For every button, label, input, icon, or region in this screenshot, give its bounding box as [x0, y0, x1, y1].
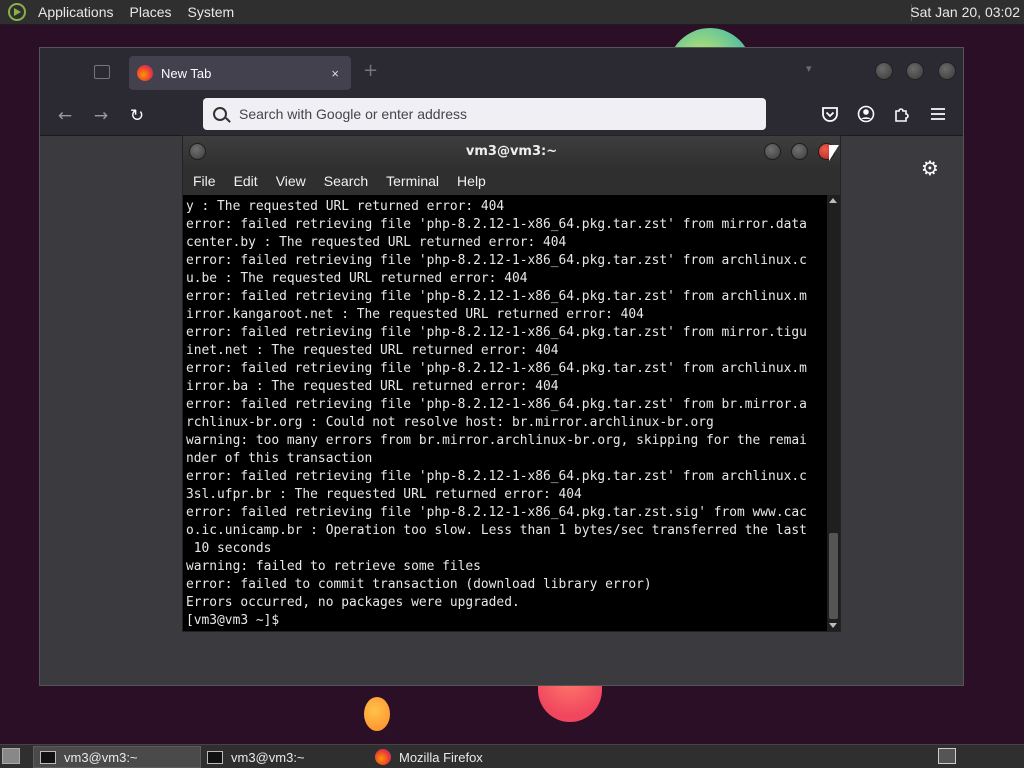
minimize-window-button[interactable]	[764, 143, 781, 160]
menu-view[interactable]: View	[276, 173, 306, 189]
workspace-switcher[interactable]	[938, 748, 956, 764]
menu-places[interactable]: Places	[126, 4, 176, 20]
terminal-output[interactable]: y : The requested URL returned error: 40…	[183, 195, 827, 631]
scroll-up-arrow-icon[interactable]	[829, 198, 837, 203]
wallpaper-blob	[364, 697, 390, 731]
terminal-window: vm3@vm3:~ File Edit View Search Terminal…	[182, 135, 841, 632]
scrollbar-thumb[interactable]	[829, 533, 838, 619]
terminal-line: error: failed retrieving file 'php-8.2.1…	[186, 253, 807, 268]
terminal-line: irror.ba : The requested URL returned er…	[186, 379, 559, 394]
extensions-icon[interactable]	[893, 105, 911, 123]
terminal-line: error: failed retrieving file 'php-8.2.1…	[186, 217, 807, 232]
firefox-view-icon[interactable]	[94, 65, 110, 79]
terminal-line: 10 seconds	[186, 541, 272, 556]
menu-applications[interactable]: Applications	[34, 4, 118, 20]
menu-edit[interactable]: Edit	[234, 173, 258, 189]
taskbar-item-label: Mozilla Firefox	[399, 749, 483, 765]
firefox-logo-icon	[375, 749, 391, 765]
menu-system[interactable]: System	[184, 4, 239, 20]
terminal-line: Errors occurred, no packages were upgrad…	[186, 595, 520, 610]
search-icon	[213, 107, 227, 121]
minimize-window-button[interactable]	[875, 62, 893, 80]
settings-gear-icon[interactable]: ⚙	[921, 156, 939, 180]
terminal-line: error: failed retrieving file 'php-8.2.1…	[186, 289, 807, 304]
tab-strip: New Tab × + ▾	[40, 48, 963, 96]
close-tab-icon[interactable]: ×	[331, 66, 339, 81]
maximize-window-button[interactable]	[906, 62, 924, 80]
scroll-down-arrow-icon[interactable]	[829, 623, 837, 628]
terminal-line: y : The requested URL returned error: 40…	[186, 199, 505, 214]
terminal-line: error: failed retrieving file 'php-8.2.1…	[186, 397, 807, 412]
forward-arrow-icon[interactable]: →	[91, 106, 111, 126]
terminal-line: error: failed retrieving file 'php-8.2.1…	[186, 361, 807, 376]
menu-file[interactable]: File	[193, 173, 216, 189]
terminal-line: error: failed retrieving file 'php-8.2.1…	[186, 505, 807, 520]
show-desktop-icon[interactable]	[2, 748, 20, 764]
close-window-button[interactable]	[938, 62, 956, 80]
terminal-line: error: failed retrieving file 'php-8.2.1…	[186, 325, 807, 340]
distro-logo-icon[interactable]	[8, 3, 26, 21]
terminal-line: error: failed to commit transaction (dow…	[186, 577, 652, 592]
mouse-pointer-icon	[828, 144, 840, 162]
terminal-line: warning: failed to retrieve some files	[186, 559, 481, 574]
taskbar-item-terminal-2[interactable]: vm3@vm3:~	[201, 746, 369, 768]
terminal-line: 3sl.ufpr.br : The requested URL returned…	[186, 487, 582, 502]
terminal-line: center.by : The requested URL returned e…	[186, 235, 567, 250]
terminal-line: u.be : The requested URL returned error:…	[186, 271, 528, 286]
terminal-icon	[40, 750, 56, 764]
terminal-line: o.ic.unicamp.br : Operation too slow. Le…	[186, 523, 807, 538]
terminal-menubar: File Edit View Search Terminal Help	[183, 167, 840, 195]
taskbar-item-label: vm3@vm3:~	[64, 749, 138, 765]
navigation-toolbar: ← → ↻ Search with Google or enter addres…	[40, 96, 963, 136]
list-all-tabs-icon[interactable]: ▾	[806, 62, 812, 75]
firefox-logo-icon	[137, 65, 153, 81]
menu-help[interactable]: Help	[457, 173, 486, 189]
reload-icon[interactable]: ↻	[127, 106, 147, 126]
address-bar-placeholder: Search with Google or enter address	[239, 106, 468, 122]
terminal-line: error: failed retrieving file 'php-8.2.1…	[186, 469, 807, 484]
new-tab-button[interactable]: +	[363, 60, 378, 81]
terminal-line: irror.kangaroot.net : The requested URL …	[186, 307, 644, 322]
pocket-icon[interactable]	[821, 105, 839, 123]
window-menu-button[interactable]	[189, 143, 206, 160]
taskbar-item-label: vm3@vm3:~	[231, 749, 305, 765]
tab-title: New Tab	[161, 65, 212, 81]
maximize-window-button[interactable]	[791, 143, 808, 160]
terminal-titlebar[interactable]: vm3@vm3:~	[183, 136, 840, 167]
back-arrow-icon[interactable]: ←	[55, 106, 75, 126]
bottom-taskbar: vm3@vm3:~ vm3@vm3:~ Mozilla Firefox	[0, 744, 1024, 768]
taskbar-item-firefox[interactable]: Mozilla Firefox	[369, 746, 537, 768]
terminal-title: vm3@vm3:~	[465, 144, 558, 159]
taskbar-item-terminal-1[interactable]: vm3@vm3:~	[33, 746, 201, 768]
menu-icon[interactable]	[929, 105, 947, 123]
terminal-line: [vm3@vm3 ~]$	[186, 613, 287, 628]
terminal-line: inet.net : The requested URL returned er…	[186, 343, 559, 358]
menu-terminal[interactable]: Terminal	[386, 173, 439, 189]
clock[interactable]: Sat Jan 20, 03:02	[910, 4, 1020, 20]
terminal-line: nder of this transaction	[186, 451, 373, 466]
terminal-icon	[207, 750, 223, 764]
terminal-line: rchlinux-br.org : Could not resolve host…	[186, 415, 714, 430]
address-bar[interactable]: Search with Google or enter address	[203, 98, 766, 130]
tab-new-tab[interactable]: New Tab ×	[129, 56, 351, 90]
menu-search[interactable]: Search	[324, 173, 368, 189]
account-icon[interactable]	[857, 105, 875, 123]
top-panel: Applications Places System Sat Jan 20, 0…	[0, 0, 1024, 25]
terminal-line: warning: too many errors from br.mirror.…	[186, 433, 807, 448]
terminal-scrollbar[interactable]	[827, 195, 840, 631]
